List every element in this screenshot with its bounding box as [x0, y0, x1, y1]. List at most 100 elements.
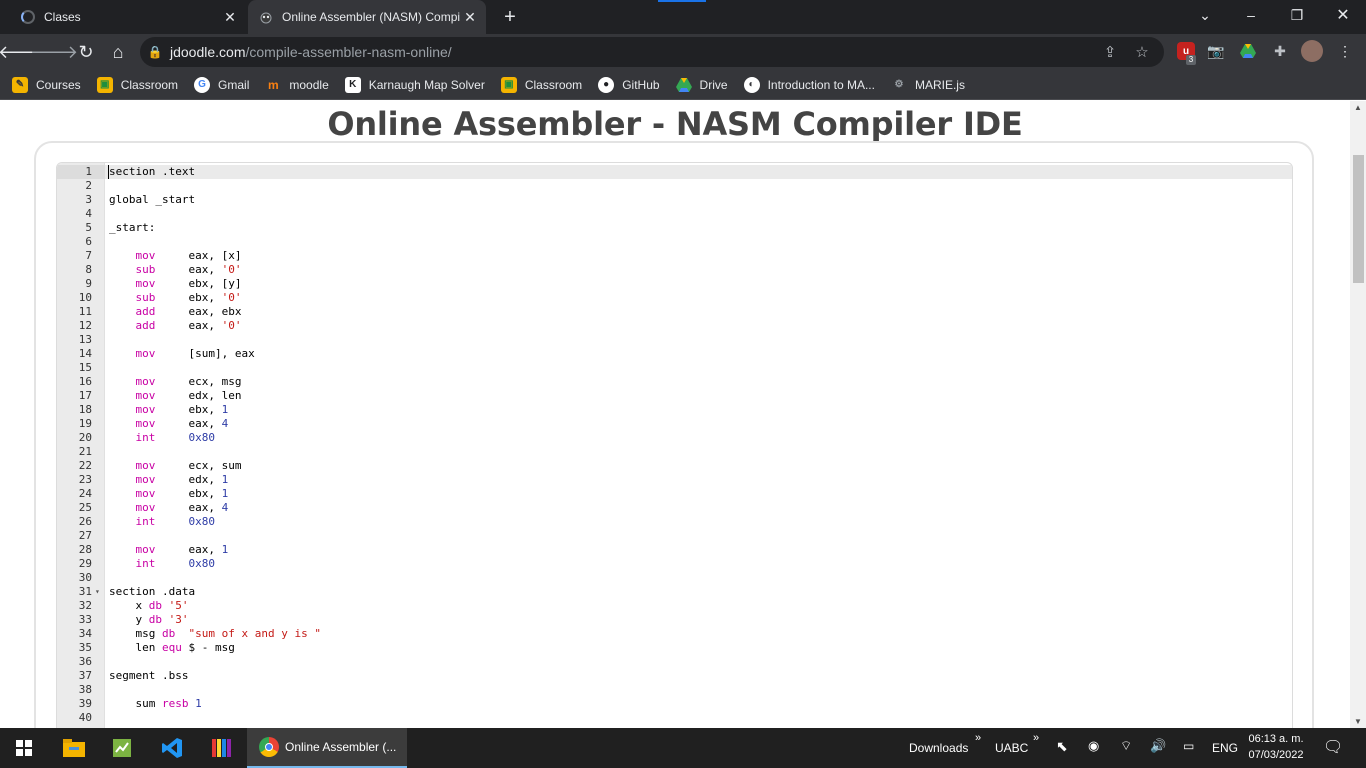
line-number: 23 — [78, 473, 92, 486]
scroll-up-arrow-icon[interactable]: ▲ — [1350, 103, 1366, 112]
code-line[interactable]: add eax, ebx — [109, 305, 242, 319]
code-line[interactable]: _start: — [109, 221, 155, 235]
code-line[interactable]: mov eax, 1 — [109, 543, 229, 557]
page-scrollbar[interactable]: ▲ ▼ — [1350, 101, 1366, 728]
code-line[interactable]: section .text — [109, 165, 195, 179]
reload-button[interactable]: ↻ — [72, 38, 100, 66]
notifications-icon[interactable]: 🗨 — [1323, 737, 1343, 757]
bookmark-moodle[interactable]: m moodle — [265, 77, 329, 93]
clock-time: 06:13 a. m. — [1248, 733, 1304, 745]
vscode-icon[interactable] — [148, 732, 196, 764]
code-line[interactable]: mov ebx, 1 — [109, 403, 229, 417]
line-number: 21 — [78, 445, 92, 458]
bookmark-label: Introduction to MA... — [767, 77, 875, 92]
restore-button[interactable]: ❐ — [1274, 0, 1320, 30]
code-line[interactable]: len equ $ - msg — [109, 641, 234, 655]
bookmark-karnaugh[interactable]: K Karnaugh Map Solver — [344, 76, 485, 93]
bookmark-courses[interactable]: ✎ Courses — [12, 76, 81, 93]
scrollbar-thumb[interactable] — [1353, 155, 1364, 283]
code-line[interactable]: mov edx, 1 — [109, 473, 229, 487]
code-line[interactable]: int 0x80 — [109, 431, 216, 445]
scroll-down-arrow-icon[interactable]: ▼ — [1350, 717, 1366, 726]
wifi-icon[interactable]: ⌔ — [1120, 738, 1132, 754]
bookmark-star-icon[interactable]: ☆ — [1132, 43, 1152, 63]
line-number: 4 — [85, 207, 92, 220]
code-line[interactable]: x db '5' — [109, 599, 188, 613]
drive-extension-icon[interactable] — [1239, 42, 1257, 60]
fold-arrow-icon[interactable]: ▾ — [95, 585, 100, 599]
chrome-menu-icon[interactable]: ⋮ — [1336, 42, 1354, 60]
code-line[interactable]: segment .bss — [109, 669, 188, 683]
tab-clases[interactable]: Clases ✕ — [10, 0, 246, 34]
camera-extension-icon[interactable]: 📷 — [1207, 42, 1225, 60]
language-indicator[interactable]: ENG — [1212, 741, 1238, 755]
volume-icon[interactable]: 🔊 — [1150, 738, 1166, 754]
extension-badge: 3 — [1186, 55, 1196, 65]
forward-button[interactable]: 🡒 — [30, 38, 78, 66]
colorful-app-icon[interactable] — [198, 732, 246, 764]
code-line[interactable]: y db '3' — [109, 613, 188, 627]
code-line[interactable]: mov edx, len — [109, 389, 242, 403]
code-line[interactable]: mov eax, 4 — [109, 417, 229, 431]
toolbar-expand-icon[interactable]: » — [1033, 732, 1039, 744]
tray-app-icon[interactable]: ◉ — [1088, 738, 1099, 754]
code-line[interactable]: mov eax, 4 — [109, 501, 229, 515]
line-number: 36 — [78, 655, 92, 668]
tab-online-assembler[interactable]: Online Assembler (NASM) Compi ✕ — [248, 0, 486, 34]
code-line[interactable]: int 0x80 — [109, 515, 216, 529]
bookmark-classroom-2[interactable]: ▣ Classroom — [500, 76, 582, 93]
bookmark-github[interactable]: ● GitHub — [598, 76, 660, 93]
line-number: 3 — [85, 193, 92, 206]
taskbar-chrome-window[interactable]: Online Assembler (... — [247, 728, 407, 768]
line-number: 5 — [85, 221, 92, 234]
bookmark-introduction[interactable]: ◐ Introduction to MA... — [743, 76, 875, 93]
code-text-area[interactable]: section .text global _start _start: mov ea… — [105, 163, 1292, 728]
bookmark-classroom[interactable]: ▣ Classroom — [96, 76, 178, 93]
line-number: 31 — [78, 585, 92, 598]
system-clock[interactable]: 06:13 a. m. 07/03/2022 — [1245, 731, 1307, 763]
tab-search-icon[interactable]: ⌄ — [1182, 0, 1228, 30]
code-line[interactable]: mov ecx, msg — [109, 375, 242, 389]
code-line[interactable]: int 0x80 — [109, 557, 216, 571]
lock-icon[interactable]: 🔒 — [140, 45, 170, 59]
home-button[interactable]: ⌂ — [104, 38, 132, 66]
hidden-icons-icon[interactable]: ⬉ — [1056, 738, 1068, 755]
code-line[interactable]: mov eax, [x] — [109, 249, 242, 263]
close-tab-icon[interactable]: ✕ — [460, 9, 480, 26]
windows-start-icon[interactable] — [0, 732, 48, 764]
profile-avatar[interactable] — [1301, 40, 1323, 62]
toolbar-expand-icon[interactable]: » — [975, 732, 981, 744]
puzzle-extensions-icon[interactable]: ✚ — [1271, 42, 1289, 60]
line-number: 30 — [78, 571, 92, 584]
minimize-button[interactable]: – — [1228, 0, 1274, 30]
notepad-app-icon[interactable] — [98, 732, 146, 764]
new-tab-button[interactable]: + — [498, 4, 522, 30]
code-line[interactable]: sub eax, '0' — [109, 263, 242, 277]
code-line[interactable]: msg db "sum of x and y is " — [109, 627, 320, 641]
address-bar[interactable]: 🔒 jdoodle.com/compile-assembler-nasm-onl… — [140, 37, 1164, 67]
bookmark-gmail[interactable]: G Gmail — [194, 76, 249, 93]
code-line[interactable]: global _start — [109, 193, 195, 207]
downloads-toolbar[interactable]: Downloads — [909, 741, 968, 755]
line-number: 35 — [78, 641, 92, 654]
code-line[interactable]: mov ebx, [y] — [109, 277, 242, 291]
code-line[interactable]: sum resb 1 — [109, 697, 201, 711]
close-window-button[interactable]: ✕ — [1320, 0, 1366, 30]
share-icon[interactable]: ⇪ — [1100, 43, 1120, 63]
code-line[interactable]: section .data — [109, 585, 195, 599]
code-line[interactable]: mov [sum], eax — [109, 347, 255, 361]
code-editor[interactable]: 1 2 3 4 5 6 7 8 9 10 11 12 13 14 15 16 17 18 19 20 21 22 23 24 2… — [56, 162, 1293, 728]
line-number: 19 — [78, 417, 92, 430]
code-line[interactable]: add eax, '0' — [109, 319, 242, 333]
google-icon: G — [194, 76, 211, 93]
battery-icon[interactable]: ▭ — [1183, 739, 1194, 753]
bookmark-drive[interactable]: Drive — [675, 77, 728, 93]
bookmark-label: Courses — [36, 77, 81, 92]
code-line[interactable]: sub ebx, '0' — [109, 291, 242, 305]
code-line[interactable]: mov ebx, 1 — [109, 487, 229, 501]
close-tab-icon[interactable]: ✕ — [220, 9, 240, 26]
uabc-toolbar[interactable]: UABC — [995, 741, 1028, 755]
file-explorer-icon[interactable] — [50, 732, 98, 764]
code-line[interactable]: mov ecx, sum — [109, 459, 242, 473]
bookmark-marie[interactable]: ⚙ MARIE.js — [891, 77, 965, 93]
